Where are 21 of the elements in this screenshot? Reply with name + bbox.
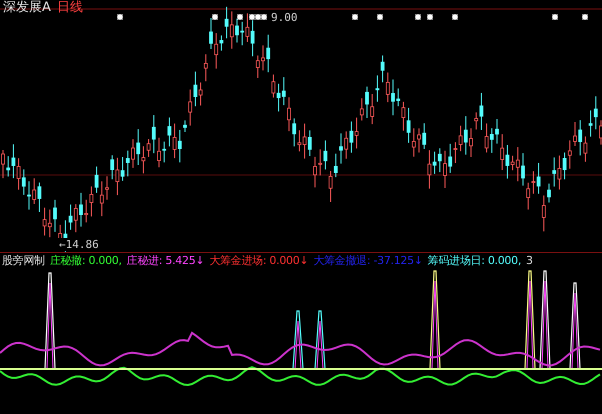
legend-item: 筹码进场日: 0.000,	[428, 254, 522, 268]
period-label: 日线	[56, 0, 83, 15]
legend-item: 庄秘进: 5.425↓	[126, 254, 204, 268]
asterisk-icon	[211, 13, 219, 21]
asterisk-icon	[116, 13, 124, 21]
asterisk-icon	[351, 13, 359, 21]
asterisk-icon	[451, 13, 459, 21]
indicator-title: 股旁网制	[2, 254, 45, 268]
legend-item: 3	[526, 254, 533, 268]
asterisk-icon	[426, 13, 434, 21]
legend-item: 大筹金撤退: -37.125↓	[313, 254, 423, 268]
high-price-label: 9.00	[270, 11, 298, 24]
stock-name: 深发展A	[3, 0, 51, 15]
asterisk-icon	[551, 13, 559, 21]
low-price-label: ←14.86	[58, 238, 100, 251]
legend-item: 大筹金进场: 0.000↓	[209, 254, 308, 268]
asterisk-icon	[376, 13, 384, 21]
asterisk-icon	[236, 13, 244, 21]
legend-item: 庄秘撤: 0.000,	[50, 254, 122, 268]
asterisk-icon	[581, 13, 589, 21]
asterisk-icon	[414, 13, 422, 21]
